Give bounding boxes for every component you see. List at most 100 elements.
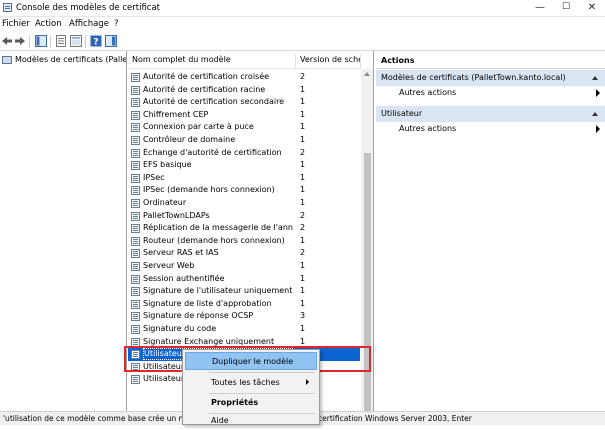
schema-version: 1	[300, 336, 306, 346]
toolbar-separator	[50, 35, 51, 48]
menu-help[interactable]: ?	[114, 19, 119, 29]
table-row[interactable]: EFS basique 1	[128, 159, 360, 172]
template-name: Chiffrement CEP	[143, 109, 209, 119]
template-name: Signature de l'utilisateur uniquement	[143, 286, 293, 296]
template-name: EFS basique	[143, 160, 192, 170]
schema-version: 2	[300, 223, 306, 233]
menu-item-duplicate-template[interactable]: Dupliquer le modèle	[185, 352, 317, 370]
console-app-icon	[3, 3, 12, 12]
show-pane-icon[interactable]	[105, 35, 117, 47]
table-row[interactable]: IPSec 1	[128, 172, 360, 185]
certificate-template-icon	[131, 249, 140, 259]
status-text-right: certification Windows Server 2003, Enter	[318, 414, 472, 423]
table-row[interactable]: Réplication de la messagerie de l'annuai…	[128, 222, 360, 235]
schema-version: 1	[300, 235, 306, 245]
certificate-template-icon	[131, 375, 140, 385]
column-header-version[interactable]: Version de schéma	[296, 54, 361, 69]
toolbar-separator	[29, 35, 30, 48]
table-row[interactable]: Contrôleur de domaine 1	[128, 134, 360, 147]
actions-header: Actions	[376, 54, 605, 69]
back-arrow-icon[interactable]	[1, 35, 13, 47]
scroll-up-icon[interactable]	[364, 72, 370, 76]
menu-item-help[interactable]: Aide	[185, 412, 317, 430]
console-tree: Modèles de certificats (PalletTown	[0, 51, 127, 411]
certificate-template-icon	[131, 274, 140, 284]
menu-fichier[interactable]: Fichier	[2, 19, 30, 29]
table-row[interactable]: Signature du code 1	[128, 323, 360, 336]
table-row[interactable]: Signature de réponse OCSP 3	[128, 310, 360, 323]
certificate-template-icon	[131, 299, 140, 309]
maximize-button[interactable]: ☐	[553, 0, 579, 16]
menu-action[interactable]: Action	[35, 19, 62, 29]
template-name: Réplication de la messagerie de l'annuai…	[143, 223, 293, 233]
schema-version: 1	[300, 97, 306, 107]
action-label: Autres actions	[399, 124, 457, 133]
menu-item-properties[interactable]: Propriétés	[185, 394, 317, 412]
forward-arrow-icon[interactable]	[14, 35, 26, 47]
table-row[interactable]: Autorité de certification racine 1	[128, 84, 360, 97]
schema-version: 1	[300, 198, 306, 207]
menu-affichage[interactable]: Affichage	[69, 19, 109, 29]
title-bar: Console des modèles de certificat — ☐ ✕	[0, 0, 605, 17]
table-row[interactable]: Chiffrement CEP 1	[128, 109, 360, 122]
template-name: Serveur Web	[143, 261, 195, 270]
schema-version: 2	[300, 72, 306, 81]
certificate-template-icon	[131, 148, 140, 158]
action-label: Autres actions	[399, 88, 457, 97]
console-tree-icon[interactable]	[35, 35, 47, 47]
certificate-template-icon	[131, 211, 140, 221]
collapse-caret-icon[interactable]	[592, 112, 598, 116]
help-icon[interactable]: ?	[90, 35, 102, 48]
tree-item-certificate-templates[interactable]: Modèles de certificats (PalletTown	[2, 53, 126, 66]
action-more-actions[interactable]: Autres actions	[399, 88, 600, 100]
table-row[interactable]: Serveur RAS et IAS 2	[128, 247, 360, 260]
certificate-template-icon	[131, 312, 140, 322]
certificate-template-icon	[131, 287, 140, 297]
certificate-template-icon	[131, 98, 140, 108]
collapse-caret-icon[interactable]	[592, 76, 598, 80]
certificate-template-icon	[131, 161, 140, 171]
svg-text:?: ?	[93, 38, 98, 48]
minimize-button[interactable]: —	[527, 0, 553, 16]
templates-folder-icon	[2, 55, 12, 64]
column-header-name[interactable]: Nom complet du modèle	[128, 54, 296, 69]
table-row[interactable]: Signature de l'utilisateur uniquement 1	[128, 285, 360, 298]
context-menu: Dupliquer le modèle Toutes les tâches Pr…	[182, 349, 320, 425]
certificate-template-icon	[131, 123, 140, 133]
action-group-title: Utilisateur	[381, 109, 423, 118]
schema-version: 1	[300, 185, 306, 195]
table-row[interactable]: Autorité de certification secondaire 1	[128, 96, 360, 109]
table-row[interactable]: Connexion par carte à puce 1	[128, 121, 360, 134]
export-list-icon[interactable]	[70, 35, 82, 47]
schema-version: 1	[300, 122, 306, 132]
table-row[interactable]: Échange d'autorité de certification 2	[128, 147, 360, 160]
menu-item-all-tasks[interactable]: Toutes les tâches	[185, 374, 317, 392]
table-row[interactable]: IPSec (demande hors connexion) 1	[128, 184, 360, 197]
schema-version: 1	[300, 286, 306, 296]
template-name: IPSec (demande hors connexion)	[143, 185, 275, 195]
certificate-template-icon	[131, 73, 140, 82]
table-row[interactable]: Autorité de certification croisée 2	[128, 71, 360, 84]
template-name: Signature du code	[143, 324, 217, 333]
template-name: Serveur RAS et IAS	[143, 248, 219, 258]
table-row[interactable]: Session authentifiée 1	[128, 273, 360, 286]
close-button[interactable]: ✕	[579, 0, 605, 16]
schema-version: 1	[300, 273, 306, 283]
scrollbar-thumb[interactable]	[364, 153, 371, 411]
menu-item-label: Aide	[211, 416, 229, 425]
template-name: Autorité de certification croisée	[143, 72, 270, 81]
schema-version: 1	[300, 135, 306, 144]
table-row[interactable]: Routeur (demande hors connexion) 1	[128, 235, 360, 248]
table-row[interactable]: Ordinateur 1	[128, 197, 360, 210]
certificate-template-icon	[131, 85, 140, 95]
table-row[interactable]: Serveur Web 1	[128, 260, 360, 273]
action-group-templates[interactable]: Modèles de certificats (PalletTown.kanto…	[376, 70, 605, 86]
action-group-utilisateur[interactable]: Utilisateur	[376, 106, 605, 122]
table-row[interactable]: Signature de liste d'approbation 1	[128, 298, 360, 311]
actions-pane: Actions Modèles de certificats (PalletTo…	[376, 51, 605, 411]
table-row[interactable]: PalletTownLDAPs 2	[128, 210, 360, 223]
schema-version: 2	[300, 147, 306, 157]
action-more-actions[interactable]: Autres actions	[399, 124, 600, 136]
properties-icon[interactable]	[55, 35, 67, 47]
schema-version: 3	[300, 311, 306, 321]
